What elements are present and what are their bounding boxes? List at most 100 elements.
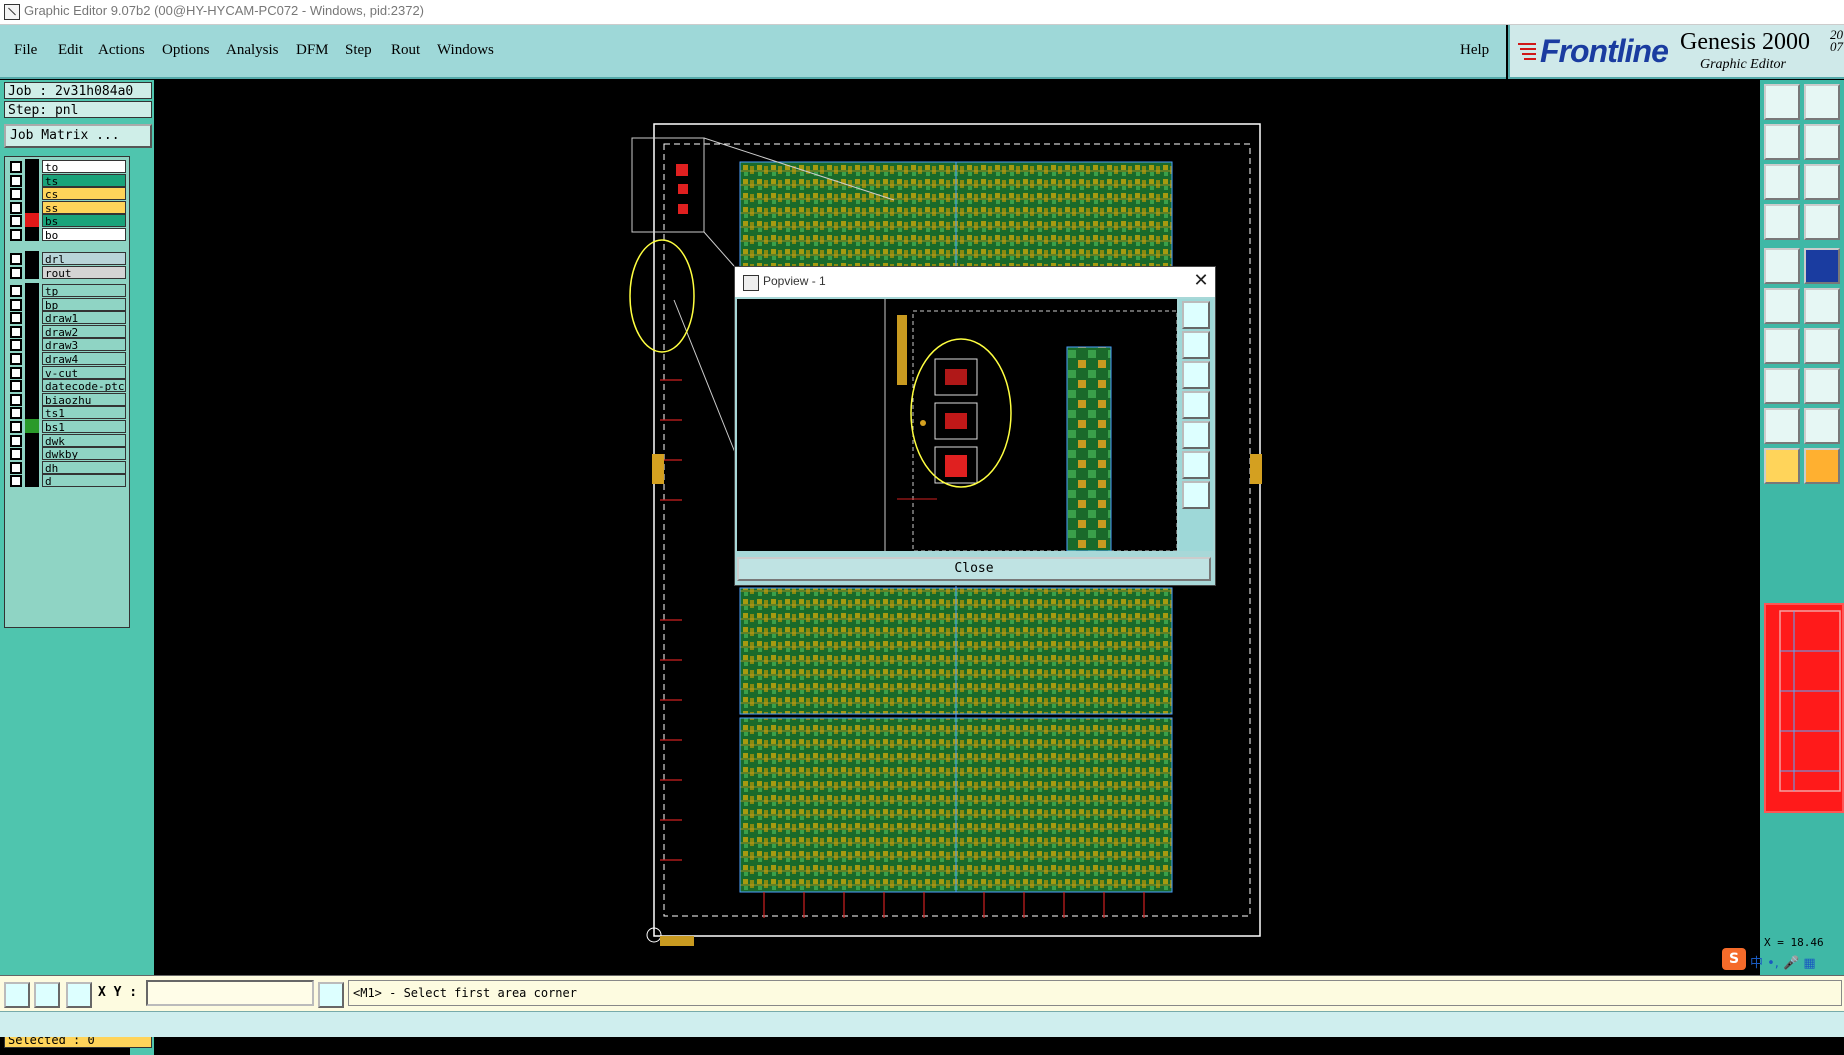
layer-name[interactable]: datecode-ptc [42,379,126,393]
menu-analysis[interactable]: Analysis [226,42,279,59]
menu-dfm[interactable]: DFM [296,42,329,59]
layer-color-swatch[interactable] [25,337,39,352]
popview-pan-right-icon[interactable] [1182,421,1210,449]
layer-checkbox[interactable] [10,393,22,406]
layer-color-swatch[interactable] [25,446,39,461]
popview-close-button[interactable]: Close [737,557,1211,581]
popview-zoom-area-icon[interactable] [1182,481,1210,509]
layer-checkbox[interactable] [10,421,22,433]
layer-checkbox[interactable] [10,407,22,420]
grid-mode-icon[interactable] [66,982,92,1008]
layer-checkbox[interactable] [10,448,22,461]
shape-icon[interactable] [1764,368,1800,404]
layer-name[interactable]: ss [42,200,126,214]
layer-name[interactable]: rout [42,265,126,279]
layer-name[interactable]: tp [42,284,126,297]
layer-name[interactable]: to [42,160,126,173]
layer-color-swatch[interactable] [25,351,39,365]
layer-checkbox[interactable] [10,161,22,173]
popview-close-icon[interactable]: ✕ [1191,270,1211,292]
layer-name[interactable]: draw2 [42,324,126,338]
layer-checkbox[interactable] [10,461,22,474]
menu-edit[interactable]: Edit [58,42,83,59]
info-icon[interactable] [318,982,344,1008]
zoom-fit-icon[interactable] [1764,164,1800,200]
layer-checkbox[interactable] [10,339,22,352]
layer-color-swatch[interactable] [25,264,39,279]
layer-checkbox[interactable] [10,201,22,214]
layer-name[interactable]: d [42,474,126,488]
layer-color-swatch[interactable] [25,419,39,433]
connect-icon[interactable] [1764,288,1800,324]
zoom-center-icon[interactable] [1804,164,1840,200]
menu-actions[interactable]: Actions [98,42,145,59]
menu-file[interactable]: File [14,42,37,59]
layer-name[interactable]: draw3 [42,338,126,352]
layer-name[interactable]: ts1 [42,406,126,420]
layer-name[interactable]: dwkby [42,447,126,461]
layer-checkbox[interactable] [10,253,22,265]
cross-icon[interactable] [1804,288,1840,324]
layer-color-swatch[interactable] [25,159,39,173]
layer-name[interactable]: cs [42,187,126,201]
triangle-icon[interactable] [1764,408,1800,444]
pan-down-icon[interactable] [1804,84,1840,120]
layer-name[interactable]: bp [42,297,126,311]
measure-icon[interactable] [1764,204,1800,240]
layer-name[interactable]: ts [42,173,126,187]
layer-checkbox[interactable] [10,298,22,311]
ime-status-icons[interactable]: 中 •, 🎤 ▦ [1750,952,1816,971]
layer-color-swatch[interactable] [25,296,39,311]
angle-icon[interactable] [1764,328,1800,364]
select-pointer-icon[interactable] [1764,448,1800,484]
layer-color-swatch[interactable] [25,364,39,379]
layer-checkbox[interactable] [10,285,22,297]
layer-checkbox[interactable] [10,366,22,379]
pan-up-icon[interactable] [1764,84,1800,120]
layer-name[interactable]: biaozhu [42,392,126,406]
layer-checkbox[interactable] [10,353,22,365]
layer-checkbox[interactable] [10,312,22,325]
layer-color-swatch[interactable] [25,378,39,393]
menu-help[interactable]: Help [1460,42,1489,59]
snap-icon[interactable] [1764,248,1800,284]
layer-color-swatch[interactable] [25,391,39,406]
layer-color-swatch[interactable] [25,186,39,201]
layer-name[interactable]: bo [42,228,126,241]
layer-checkbox[interactable] [10,229,22,241]
layer-color-swatch[interactable] [25,172,39,187]
layer-color-swatch[interactable] [25,283,39,297]
job-matrix-button[interactable]: Job Matrix ... [4,124,152,148]
menu-rout[interactable]: Rout [391,42,420,59]
layer-color-swatch[interactable] [25,213,39,228]
layer-row-rout[interactable]: rout [5,264,129,280]
layer-color-swatch[interactable] [25,459,39,474]
popview-pan-down-icon[interactable] [1182,361,1210,389]
layer-checkbox[interactable] [10,215,22,228]
layer-color-swatch[interactable] [25,473,39,488]
layer-checkbox[interactable] [10,325,22,338]
layer-name[interactable]: dh [42,460,126,474]
layer-checkbox[interactable] [10,434,22,447]
select-area-pointer-icon[interactable] [1804,448,1840,484]
layer-checkbox[interactable] [10,380,22,393]
layer-color-swatch[interactable] [25,310,39,325]
grid-icon[interactable] [1804,204,1840,240]
popview-pan-up-icon[interactable] [1182,331,1210,359]
popview-zoom-home-icon[interactable] [1182,301,1210,329]
select-mode-icon[interactable] [4,982,30,1008]
menu-options[interactable]: Options [162,42,210,59]
layer-name[interactable]: bs1 [42,420,126,433]
layer-checkbox[interactable] [10,475,22,488]
menu-step[interactable]: Step [345,42,372,59]
triangle-outline-icon[interactable] [1804,408,1840,444]
menu-windows[interactable]: Windows [437,42,494,59]
graphic-canvas[interactable]: Popview - 1 ✕ Close [154,80,1760,975]
layer-checkbox[interactable] [10,188,22,201]
layer-row-bo[interactable]: bo [5,227,129,242]
layer-color-swatch[interactable] [25,405,39,420]
minimap[interactable] [1764,603,1844,813]
popview-canvas[interactable] [737,299,1178,552]
xy-input[interactable] [146,980,314,1006]
layer-name[interactable]: draw4 [42,352,126,365]
